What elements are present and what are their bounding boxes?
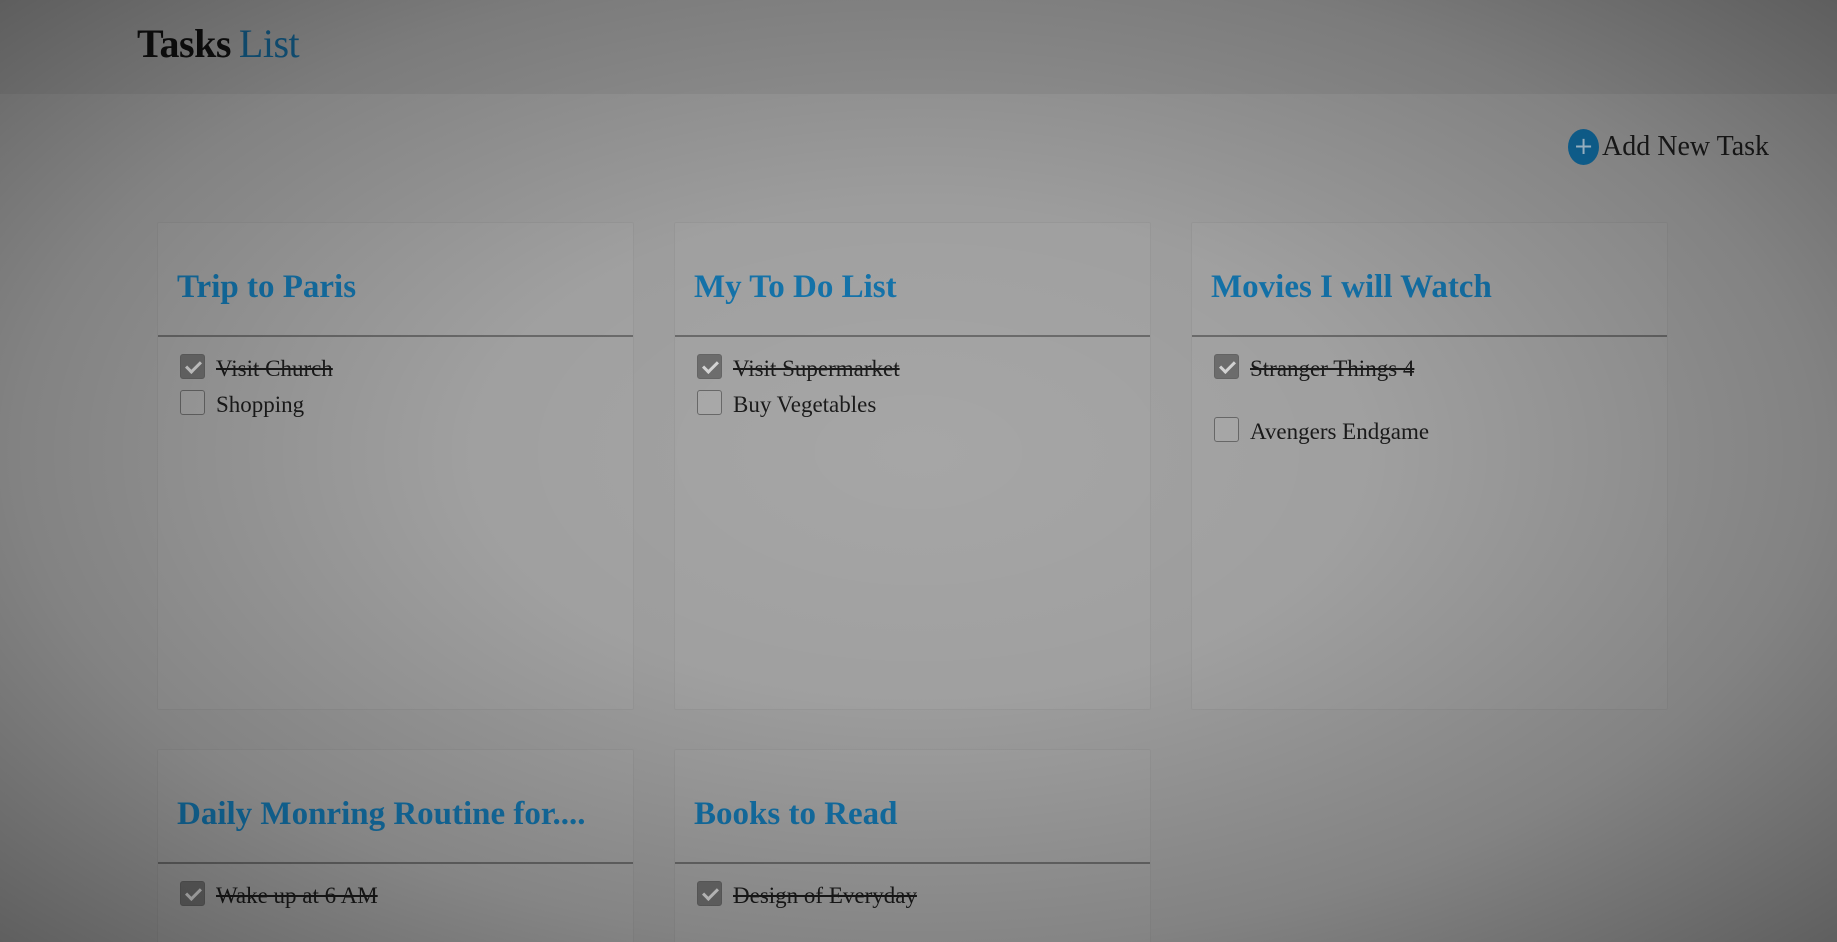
task-item: Wake up at 6 AM	[180, 878, 633, 914]
task-item: Shopping	[180, 387, 633, 423]
card-title[interactable]: My To Do List	[694, 269, 1150, 306]
plus-icon: +	[1568, 129, 1599, 165]
card-header: Trip to Paris	[158, 223, 633, 337]
task-checkbox[interactable]	[180, 880, 205, 906]
task-item: Stranger Things 4	[1214, 351, 1667, 387]
task-item: Design of Everyday	[697, 878, 1150, 914]
task-card: Books to Read Design of Everyday	[674, 749, 1151, 942]
task-checkbox[interactable]	[180, 353, 205, 379]
task-checkbox[interactable]	[1214, 353, 1239, 379]
task-label: Shopping	[216, 392, 305, 417]
card-title[interactable]: Books to Read	[694, 796, 1150, 833]
task-label: Visit Supermarket	[733, 356, 900, 381]
card-title[interactable]: Movies I will Watch	[1211, 269, 1667, 306]
task-label: Stranger Things 4	[1250, 356, 1415, 381]
task-label: Design of Everyday	[733, 883, 917, 908]
task-card: Daily Monring Routine for.... Wake up at…	[157, 749, 634, 942]
task-checkbox[interactable]	[697, 389, 722, 415]
task-card: My To Do List Visit Supermarket Buy Vege…	[674, 222, 1151, 710]
app-screen: Tasks List + Add New Task Trip to Paris V…	[0, 0, 1837, 942]
task-list: Stranger Things 4 Avengers Endgame	[1192, 337, 1667, 450]
task-list: Visit Supermarket Buy Vegetables	[675, 337, 1150, 423]
card-header: Daily Monring Routine for....	[158, 750, 633, 864]
task-card: Trip to Paris Visit Church Shopping	[157, 222, 634, 710]
task-label: Visit Church	[216, 356, 333, 381]
task-item: Avengers Endgame	[1214, 414, 1667, 450]
task-card: Movies I will Watch Stranger Things 4 Av…	[1191, 222, 1668, 710]
task-checkbox[interactable]	[697, 353, 722, 379]
app-title-accent: List	[238, 21, 300, 66]
task-list: Visit Church Shopping	[158, 337, 633, 423]
task-label: Avengers Endgame	[1250, 419, 1430, 444]
task-label: Buy Vegetables	[733, 392, 877, 417]
task-item: Visit Church	[180, 351, 633, 387]
app-title: Tasks List	[137, 20, 300, 67]
card-header: Movies I will Watch	[1192, 223, 1667, 337]
task-list: Design of Everyday	[675, 864, 1150, 914]
add-new-task-button[interactable]: + Add New Task	[1568, 129, 1769, 165]
task-list: Wake up at 6 AM	[158, 864, 633, 914]
app-title-main: Tasks	[137, 21, 231, 66]
card-header: Books to Read	[675, 750, 1150, 864]
add-new-task-label: Add New Task	[1602, 131, 1770, 162]
task-label: Wake up at 6 AM	[216, 883, 378, 908]
card-title[interactable]: Trip to Paris	[177, 269, 633, 306]
task-checkbox[interactable]	[180, 389, 205, 415]
task-item: Buy Vegetables	[697, 387, 1150, 423]
task-checkbox[interactable]	[1214, 416, 1239, 442]
task-item: Visit Supermarket	[697, 351, 1150, 387]
card-title[interactable]: Daily Monring Routine for....	[177, 796, 633, 833]
card-header: My To Do List	[675, 223, 1150, 337]
task-checkbox[interactable]	[697, 880, 722, 906]
